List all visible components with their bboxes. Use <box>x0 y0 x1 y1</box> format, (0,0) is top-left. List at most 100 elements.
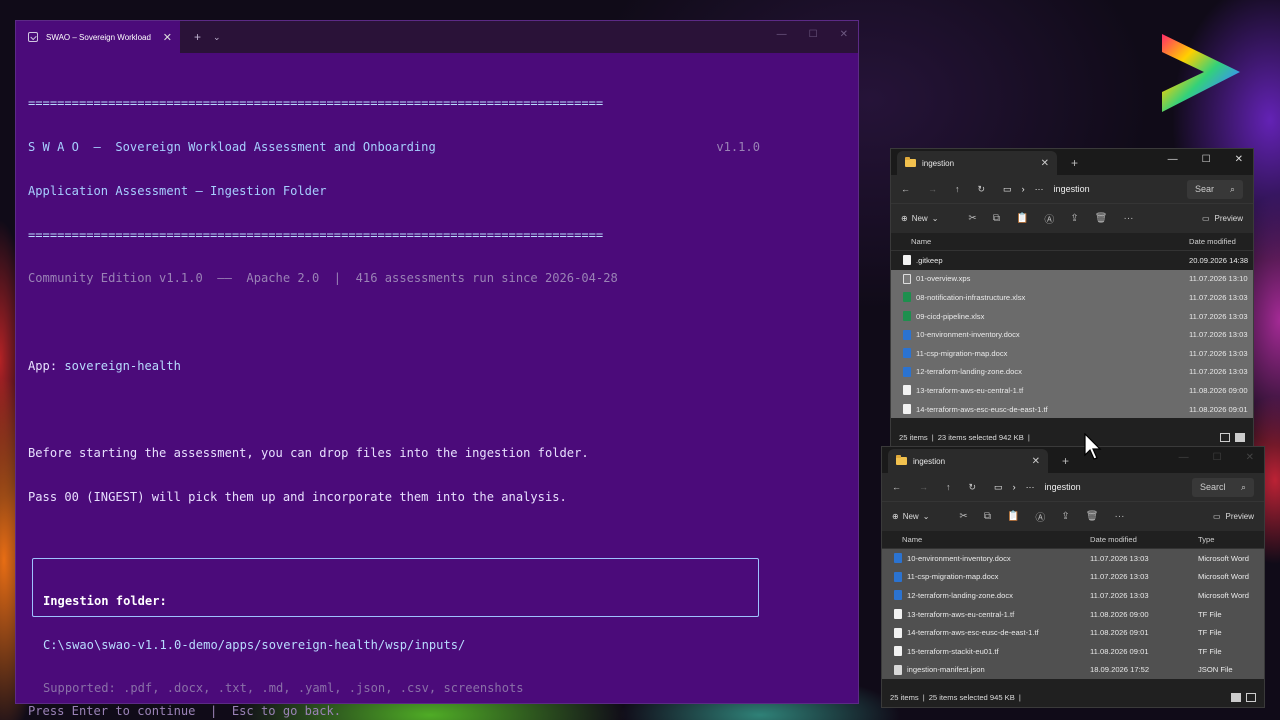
file-date-modified: 11.08.2026 09:01 <box>1189 404 1248 414</box>
preview-pane-icon: ▭ <box>1212 512 1221 521</box>
file-row[interactable]: 14-terraform-aws-esc-eusc-de-east-1.tf 11… <box>891 399 1253 419</box>
more-options-icon[interactable]: ··· <box>1124 213 1134 224</box>
close-icon[interactable]: ✕ <box>1246 452 1254 463</box>
up-arrow-icon[interactable]: ↑ <box>946 482 951 492</box>
close-icon[interactable]: ✕ <box>1235 154 1243 165</box>
details-view-icon[interactable] <box>1220 432 1230 442</box>
chevron-right-icon: › <box>1021 184 1025 194</box>
back-arrow-icon[interactable]: ← <box>892 482 901 492</box>
minimize-icon[interactable]: — <box>1179 452 1189 463</box>
search-input[interactable]: Sear ⌕ <box>1187 179 1243 199</box>
search-placeholder: Searcl <box>1200 481 1226 492</box>
preview-button[interactable]: ▭ Preview <box>1202 214 1243 223</box>
paste-icon[interactable]: 📋 <box>1016 213 1028 224</box>
column-name[interactable]: Name <box>902 535 922 544</box>
column-type[interactable]: Type <box>1198 535 1214 544</box>
terminal-tab[interactable]: SWAO – Sovereign Workload ✕ <box>16 21 180 53</box>
copy-icon[interactable]: ⧉ <box>993 213 1000 224</box>
delete-icon[interactable]: 🗑 <box>1086 511 1099 522</box>
search-input[interactable]: Searcl ⌕ <box>1192 477 1254 497</box>
terminal-window: SWAO – Sovereign Workload ✕ + ⌄ — ☐ ✕ ==… <box>15 20 859 718</box>
rename-icon[interactable]: Ⓐ <box>1044 211 1054 226</box>
file-row[interactable]: 08-notification-infrastructure.xlsx 11.07… <box>891 288 1253 307</box>
separator-rule: ========================================… <box>28 227 604 242</box>
ellipsis-icon[interactable]: ··· <box>1035 184 1044 194</box>
chevron-down-icon[interactable]: ⌄ <box>213 32 221 43</box>
file-row[interactable]: .gitkeep 20.09.2026 14:38 <box>891 251 1253 270</box>
ellipsis-icon[interactable]: ··· <box>1026 482 1035 492</box>
new-button[interactable]: ⊕ New ⌄ <box>901 214 938 223</box>
refresh-icon[interactable]: ↻ <box>978 184 986 195</box>
preview-button[interactable]: ▭ Preview <box>1213 512 1254 521</box>
close-tab-icon[interactable]: ✕ <box>1032 456 1040 467</box>
paste-icon[interactable]: 📋 <box>1007 511 1019 522</box>
up-arrow-icon[interactable]: ↑ <box>955 184 960 194</box>
cut-icon[interactable]: ✂ <box>968 213 976 224</box>
new-tab-icon[interactable]: + <box>1062 454 1069 468</box>
more-options-icon[interactable]: ··· <box>1115 511 1125 522</box>
file-row[interactable]: ingestion-manifest.json 18.09.2026 17:52 J… <box>882 660 1264 680</box>
back-arrow-icon[interactable]: ← <box>901 184 910 194</box>
forward-arrow-icon[interactable]: → <box>919 482 928 492</box>
file-row[interactable]: 15-terraform-stackit-eu01.tf 11.08.2026 0… <box>882 641 1264 661</box>
file-row[interactable]: 12-terraform-landing-zone.docx 11.07.2026… <box>882 586 1264 605</box>
explorer-tab[interactable]: ingestion ✕ <box>888 449 1048 473</box>
file-row[interactable]: 12-terraform-landing-zone.docx 11.07.2026… <box>891 362 1253 382</box>
address-bar[interactable]: ▭ › ··· ingestion <box>994 482 1081 493</box>
column-name[interactable]: Name <box>911 237 931 246</box>
column-date-modified[interactable]: Date modified <box>1189 237 1236 246</box>
column-date-modified[interactable]: Date modified <box>1090 535 1137 544</box>
app-line: App: sovereign-health <box>28 359 846 374</box>
file-date-modified: 11.07.2026 13:03 <box>1189 367 1248 377</box>
share-icon[interactable]: ⇪ <box>1061 511 1069 522</box>
file-name: 01-overview.xps <box>916 274 971 284</box>
close-tab-icon[interactable]: ✕ <box>163 31 172 44</box>
file-row[interactable]: 10-environment-inventory.docx 11.07.2026 … <box>882 549 1264 568</box>
file-row[interactable]: 13-terraform-aws-eu-central-1.tf 11.08.20… <box>882 604 1264 624</box>
close-tab-icon[interactable]: ✕ <box>1041 158 1049 169</box>
plain-file-icon <box>903 404 911 415</box>
close-icon[interactable]: ✕ <box>840 29 848 40</box>
cut-icon[interactable]: ✂ <box>959 511 967 522</box>
share-icon[interactable]: ⇪ <box>1070 213 1078 224</box>
file-row[interactable]: 14-terraform-aws-esc-eusc-de-east-1.tf 11… <box>882 623 1264 642</box>
file-name: 14-terraform-aws-esc-eusc-de-east-1.tf <box>907 628 1039 638</box>
maximize-icon[interactable]: ☐ <box>1213 452 1222 463</box>
file-row[interactable]: 13-terraform-aws-eu-central-1.tf 11.08.20… <box>891 381 1253 400</box>
copy-icon[interactable]: ⧉ <box>984 511 991 522</box>
header-title: S W A O – Sovereign Workload Assessment … <box>28 139 436 154</box>
new-tab-icon[interactable]: + <box>194 30 201 44</box>
file-row[interactable]: 10-environment-inventory.docx 11.07.2026 … <box>891 325 1253 344</box>
maximize-icon[interactable]: ☐ <box>1202 154 1211 165</box>
minimize-icon[interactable]: — <box>777 29 787 40</box>
monitor-icon: ▭ <box>1003 183 1012 194</box>
chevron-down-icon: ⌄ <box>931 214 939 223</box>
file-type: JSON File <box>1198 665 1233 675</box>
delete-icon[interactable]: 🗑 <box>1095 213 1108 224</box>
file-name: ingestion-manifest.json <box>907 665 985 675</box>
maximize-icon[interactable]: ☐ <box>809 29 818 40</box>
selection-info: 25 items selected 945 KB <box>928 692 1015 702</box>
address-bar[interactable]: ▭ › ··· ingestion <box>1003 184 1090 195</box>
new-button[interactable]: ⊕ New ⌄ <box>892 512 929 521</box>
file-row[interactable]: 09-cicd-pipeline.xlsx 11.07.2026 13:03 <box>891 306 1253 326</box>
file-name-cell: 01-overview.xps <box>903 273 971 284</box>
new-tab-icon[interactable]: + <box>1071 156 1078 170</box>
file-name-cell: 08-notification-infrastructure.xlsx <box>903 292 1025 303</box>
tiles-view-icon[interactable] <box>1246 692 1256 702</box>
rename-icon[interactable]: Ⓐ <box>1035 509 1045 524</box>
file-row[interactable]: 01-overview.xps 11.07.2026 13:10 <box>891 269 1253 289</box>
tiles-view-icon[interactable] <box>1235 432 1245 442</box>
minimize-icon[interactable]: — <box>1168 154 1178 165</box>
excel-file-icon <box>903 292 911 303</box>
details-view-icon[interactable] <box>1231 692 1241 702</box>
file-name: 09-cicd-pipeline.xlsx <box>916 311 985 321</box>
file-row[interactable]: 11-csp-migration-map.docx 11.07.2026 13:0… <box>882 567 1264 587</box>
refresh-icon[interactable]: ↻ <box>969 482 977 493</box>
file-date-modified: 11.07.2026 13:03 <box>1189 292 1248 302</box>
file-type: Microsoft Word <box>1198 553 1249 563</box>
forward-arrow-icon[interactable]: → <box>928 184 937 194</box>
file-row[interactable]: 11-csp-migration-map.docx 11.07.2026 13:0… <box>891 343 1253 363</box>
file-name: 11-csp-migration-map.docx <box>907 572 999 582</box>
explorer-tab[interactable]: ingestion ✕ <box>897 151 1057 175</box>
